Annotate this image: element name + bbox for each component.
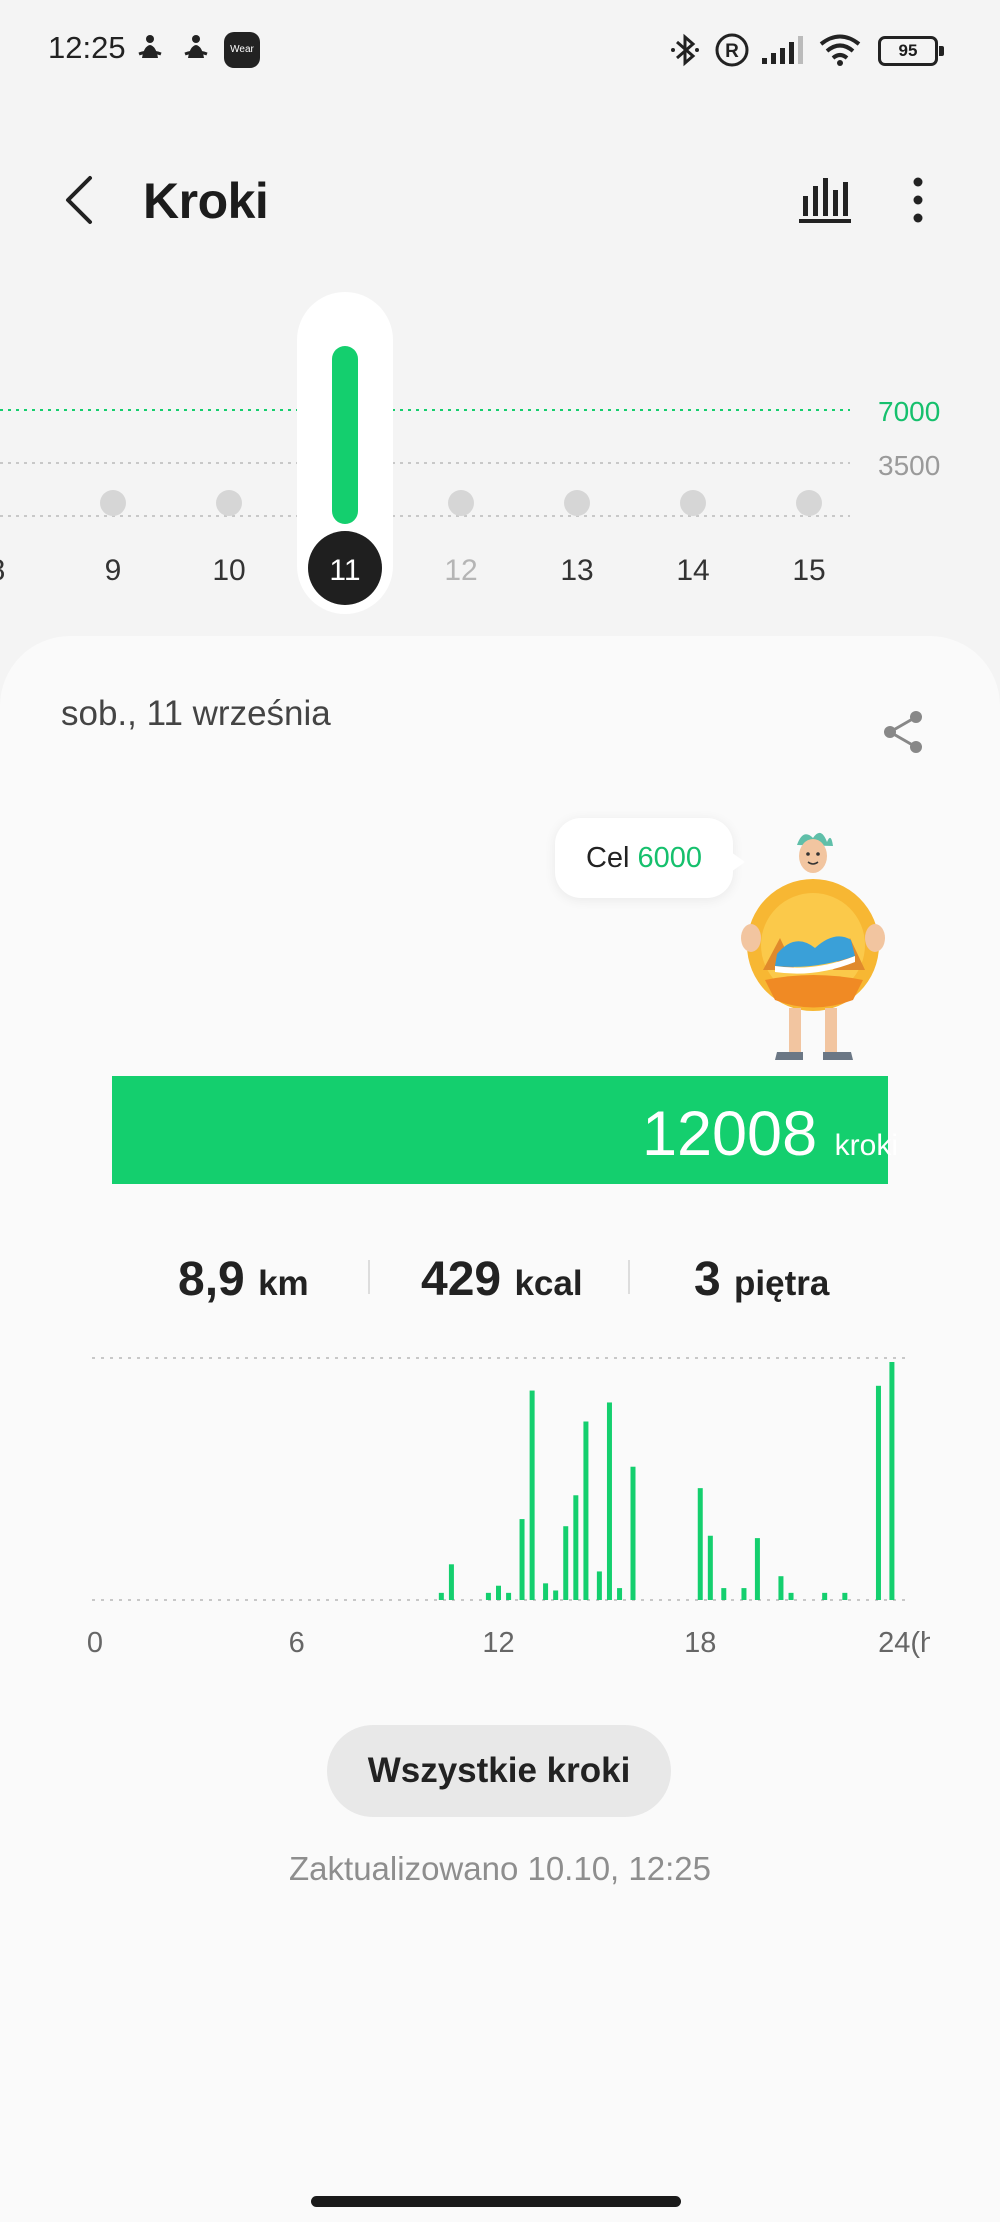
day-bar xyxy=(680,490,706,516)
home-indicator[interactable] xyxy=(311,2196,681,2207)
mid-line-label: 3500 xyxy=(878,450,941,481)
day-label: 14 xyxy=(676,554,709,587)
hourly-bar xyxy=(889,1362,895,1600)
svg-text:R: R xyxy=(725,41,739,62)
mascot-illustration xyxy=(741,832,885,1060)
app-notification-icon xyxy=(184,35,208,58)
steps-value: 12008 xyxy=(641,1099,818,1169)
x-tick-label: 12 xyxy=(482,1627,514,1659)
status-time: 12:25 xyxy=(48,30,126,65)
battery-icon: 95 xyxy=(878,36,944,66)
hourly-steps-chart: 0 6 12 18 24(h) xyxy=(87,1357,930,1659)
steps-total: 12008 kroki xyxy=(642,1098,898,1170)
hourly-bar xyxy=(448,1564,454,1600)
weekly-steps-chart[interactable]: 8 9 10 11 12 13 14 15 xyxy=(0,280,1000,620)
goal-line-label: 7000 xyxy=(878,396,941,427)
day-bar xyxy=(564,490,590,516)
bar-chart-icon[interactable] xyxy=(795,172,853,226)
goal-bubble: Cel 6000 xyxy=(555,818,745,898)
hourly-bar xyxy=(573,1495,579,1600)
app-notification-icon xyxy=(138,35,162,58)
day-label: 10 xyxy=(212,554,245,587)
day-bar xyxy=(448,490,474,516)
selected-date: sob., 11 września xyxy=(61,694,331,733)
more-vert-icon[interactable] xyxy=(898,174,938,226)
wifi-icon xyxy=(819,34,861,66)
day-label: 8 xyxy=(0,554,5,587)
x-tick-label: 0 xyxy=(87,1627,103,1659)
hourly-bar xyxy=(596,1571,602,1600)
hourly-bar xyxy=(519,1519,525,1600)
share-icon[interactable] xyxy=(880,708,926,756)
day-bar xyxy=(796,490,822,516)
distance-stat: 8,9 km xyxy=(178,1253,309,1306)
hourly-bar xyxy=(778,1576,784,1600)
x-tick-label: 18 xyxy=(684,1627,716,1659)
wear-icon: Wear xyxy=(224,32,260,68)
steps-unit: kroki xyxy=(834,1129,898,1162)
hourly-bar xyxy=(754,1538,760,1600)
hourly-bar xyxy=(788,1592,794,1600)
hourly-bar xyxy=(630,1466,636,1600)
day-label: 12 xyxy=(444,554,477,587)
page-title: Kroki xyxy=(143,173,269,229)
day-label: 11 xyxy=(329,554,360,587)
hourly-bar xyxy=(485,1592,491,1600)
stat-divider xyxy=(368,1260,370,1294)
day-label: 15 xyxy=(792,554,825,587)
goal-value: 6000 xyxy=(637,842,703,874)
stat-divider xyxy=(628,1260,630,1294)
hourly-bar xyxy=(563,1526,569,1600)
hourly-bar xyxy=(496,1585,501,1600)
hourly-bar xyxy=(506,1592,512,1600)
hourly-bar xyxy=(822,1592,828,1600)
day-bar xyxy=(216,490,242,516)
hourly-bar xyxy=(617,1588,623,1600)
hourly-bar xyxy=(553,1590,559,1600)
floors-stat: 3 piętra xyxy=(694,1253,830,1306)
all-steps-button[interactable]: Wszystkie kroki xyxy=(327,1725,671,1817)
hourly-bar xyxy=(543,1583,549,1600)
back-arrow-icon[interactable] xyxy=(58,172,106,228)
hourly-bar xyxy=(741,1588,747,1600)
last-updated: Zaktualizowano 10.10, 12:25 xyxy=(289,1850,711,1887)
hourly-bar xyxy=(707,1535,713,1600)
hourly-bar xyxy=(583,1421,589,1600)
x-tick-label: 6 xyxy=(289,1627,305,1659)
day-label: 9 xyxy=(105,554,122,587)
hourly-bar xyxy=(875,1385,881,1600)
x-tick-label: 24(h) xyxy=(878,1627,930,1659)
calories-stat: 429 kcal xyxy=(421,1253,583,1306)
registered-icon: R xyxy=(715,33,749,67)
hourly-bar xyxy=(842,1592,848,1600)
hourly-bar xyxy=(529,1390,535,1600)
signal-icon xyxy=(762,36,803,64)
day-label: 13 xyxy=(560,554,593,587)
hourly-bar xyxy=(697,1488,703,1600)
day-bar xyxy=(332,346,358,524)
day-bar xyxy=(100,490,126,516)
goal-prefix: Cel xyxy=(585,842,630,874)
hourly-bar xyxy=(606,1402,612,1600)
bluetooth-icon xyxy=(671,33,699,67)
hourly-bar xyxy=(721,1588,727,1600)
hourly-bar xyxy=(438,1592,444,1600)
